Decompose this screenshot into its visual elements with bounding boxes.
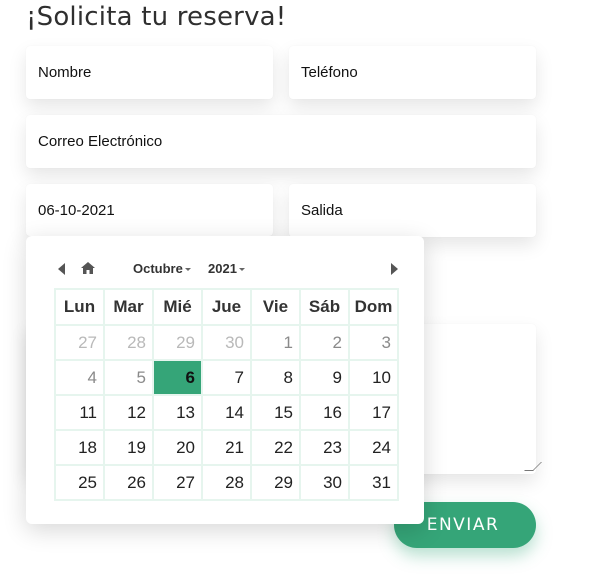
day-cell[interactable]: 10 — [348, 359, 399, 396]
day-cell[interactable]: 3 — [348, 324, 399, 361]
day-cell[interactable]: 27 — [152, 464, 203, 501]
week-row: 18 19 20 21 22 23 24 — [54, 429, 399, 466]
weekday-header: Mié — [152, 288, 203, 326]
weekday-header: Mar — [103, 288, 154, 326]
day-cell[interactable]: 15 — [250, 394, 301, 431]
triangle-left-icon[interactable] — [58, 263, 65, 275]
phone-placeholder: Teléfono — [301, 64, 358, 81]
day-cell[interactable]: 11 — [54, 394, 105, 431]
home-icon[interactable] — [80, 261, 96, 275]
month-select[interactable]: Octubre — [133, 261, 191, 276]
phone-input[interactable]: Teléfono — [289, 46, 536, 99]
caret-down-icon — [184, 268, 191, 272]
name-placeholder: Nombre — [38, 64, 92, 81]
day-cell[interactable]: 13 — [152, 394, 203, 431]
week-row: 4 5 6 7 8 9 10 — [54, 359, 399, 396]
day-cell[interactable]: 9 — [299, 359, 350, 396]
weekday-header: Vie — [250, 288, 301, 326]
week-row: 11 12 13 14 15 16 17 — [54, 394, 399, 431]
day-cell[interactable]: 20 — [152, 429, 203, 466]
day-cell[interactable]: 29 — [250, 464, 301, 501]
day-cell[interactable]: 2 — [299, 324, 350, 361]
day-cell[interactable]: 18 — [54, 429, 105, 466]
day-cell[interactable]: 31 — [348, 464, 399, 501]
day-cell[interactable]: 4 — [54, 359, 105, 396]
day-cell[interactable]: 26 — [103, 464, 154, 501]
day-cell[interactable]: 1 — [250, 324, 301, 361]
day-cell[interactable]: 19 — [103, 429, 154, 466]
day-cell[interactable]: 27 — [54, 324, 105, 361]
departure-placeholder: Salida — [301, 202, 343, 219]
day-cell[interactable]: 8 — [250, 359, 301, 396]
day-cell[interactable]: 29 — [152, 324, 203, 361]
send-button-label: ENVIAR — [426, 515, 500, 535]
day-cell[interactable]: 23 — [299, 429, 350, 466]
day-cell[interactable]: 21 — [201, 429, 252, 466]
day-cell[interactable]: 14 — [201, 394, 252, 431]
day-cell[interactable]: 7 — [201, 359, 252, 396]
day-cell[interactable]: 30 — [299, 464, 350, 501]
arrival-date-input[interactable]: 06-10-2021 — [26, 184, 273, 236]
departure-date-input[interactable]: Salida — [289, 184, 536, 237]
weekday-header: Lun — [54, 288, 105, 326]
email-placeholder: Correo Electrónico — [38, 133, 163, 150]
weekday-header: Dom — [348, 288, 399, 326]
day-cell[interactable]: 30 — [201, 324, 252, 361]
day-cell[interactable]: 5 — [103, 359, 154, 396]
resize-handle-icon[interactable] — [524, 462, 542, 471]
year-label: 2021 — [208, 261, 237, 276]
calendar-grid: Lun Mar Mié Jue Vie Sáb Dom 27 28 29 30 … — [54, 288, 399, 501]
day-cell[interactable]: 24 — [348, 429, 399, 466]
month-label: Octubre — [133, 261, 183, 276]
weekday-header: Jue — [201, 288, 252, 326]
day-cell[interactable]: 28 — [201, 464, 252, 501]
name-input[interactable]: Nombre — [26, 46, 273, 99]
day-cell[interactable]: 25 — [54, 464, 105, 501]
week-row: 27 28 29 30 1 2 3 — [54, 324, 399, 361]
day-cell[interactable]: 22 — [250, 429, 301, 466]
caret-down-icon — [238, 268, 245, 272]
email-input[interactable]: Correo Electrónico — [26, 115, 536, 168]
day-cell[interactable]: 28 — [103, 324, 154, 361]
weekday-header: Sáb — [299, 288, 350, 326]
arrival-date-value: 06-10-2021 — [38, 201, 115, 219]
calendar-header: Octubre 2021 — [26, 260, 424, 280]
day-cell[interactable]: 16 — [299, 394, 350, 431]
triangle-right-icon[interactable] — [391, 263, 398, 275]
week-row: 25 26 27 28 29 30 31 — [54, 464, 399, 501]
day-cell[interactable]: 17 — [348, 394, 399, 431]
weekday-row: Lun Mar Mié Jue Vie Sáb Dom — [54, 288, 399, 326]
date-picker-popup: Octubre 2021 Lun Mar Mié Jue Vie Sáb Dom… — [26, 236, 424, 524]
year-select[interactable]: 2021 — [208, 261, 245, 276]
day-cell[interactable]: 12 — [103, 394, 154, 431]
form-title: ¡Solicita tu reserva! — [26, 2, 287, 32]
day-cell-selected[interactable]: 6 — [152, 359, 203, 396]
